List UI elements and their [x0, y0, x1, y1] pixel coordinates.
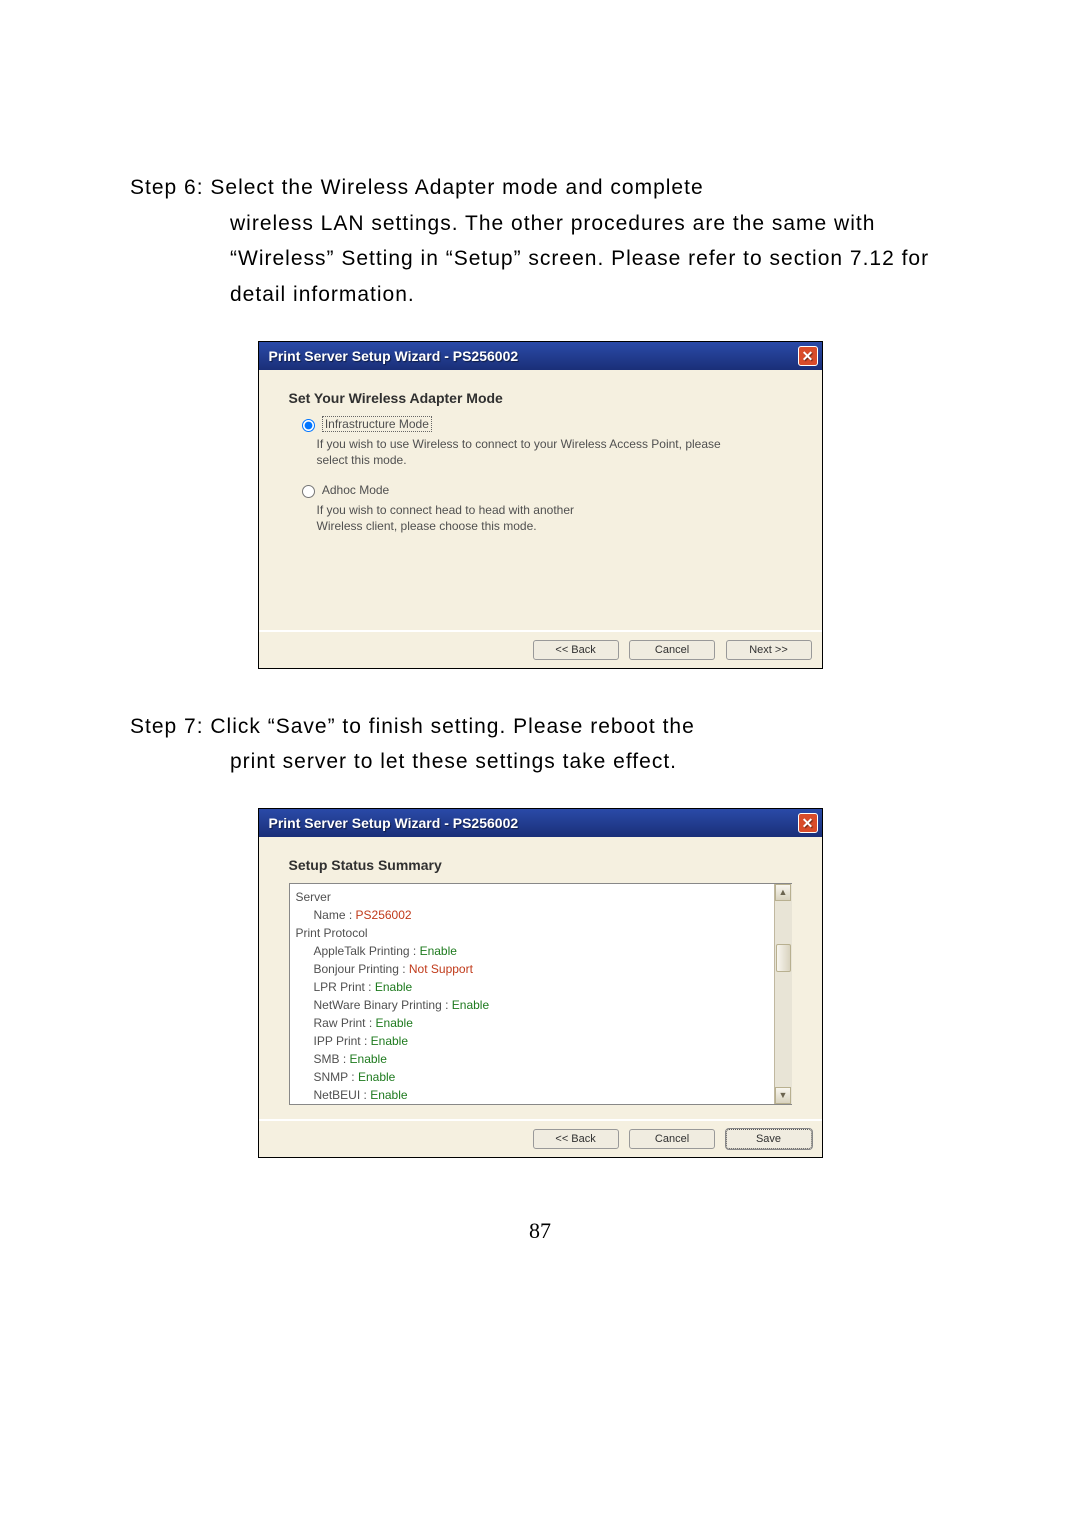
scroll-thumb[interactable]: [776, 944, 791, 972]
row-netbeui: NetBEUI : Enable: [296, 1086, 768, 1104]
cancel-button[interactable]: Cancel: [629, 1129, 715, 1149]
radio-adhoc-row[interactable]: Adhoc Mode: [297, 482, 792, 498]
radio-adhoc[interactable]: [302, 485, 315, 498]
row-proto: Print Protocol: [296, 924, 768, 942]
cancel-button[interactable]: Cancel: [629, 640, 715, 660]
radio-infrastructure-row[interactable]: Infrastructure Mode: [297, 416, 792, 432]
row-raw: Raw Print : Enable: [296, 1014, 768, 1032]
save-button[interactable]: Save: [726, 1129, 812, 1149]
row-server: Server: [296, 888, 768, 906]
summary-scrollbar[interactable]: ▲ ▼: [774, 884, 792, 1104]
row-name: Name : PS256002: [296, 906, 768, 924]
dialog6-body: Set Your Wireless Adapter Mode Infrastru…: [259, 370, 822, 630]
radio-adhoc-label: Adhoc Mode: [322, 483, 389, 497]
dialog7-title-text: Print Server Setup Wizard - PS256002: [269, 815, 519, 831]
row-appletalk: AppleTalk Printing : Enable: [296, 942, 768, 960]
scroll-up-icon[interactable]: ▲: [775, 884, 791, 901]
summary-listbox: Server Name : PS256002 Print Protocol Ap…: [289, 883, 792, 1105]
row-lpr: LPR Print : Enable: [296, 978, 768, 996]
scroll-down-icon[interactable]: ▼: [775, 1087, 791, 1104]
next-button[interactable]: Next >>: [726, 640, 812, 660]
back-button[interactable]: << Back: [533, 640, 619, 660]
dialog6-footer: << Back Cancel Next >>: [259, 630, 822, 668]
dialog7-footer: << Back Cancel Save: [259, 1119, 822, 1157]
radio-infrastructure[interactable]: [302, 419, 315, 432]
page-number: 87: [130, 1218, 950, 1244]
dialog7-body: Setup Status Summary Server Name : PS256…: [259, 837, 822, 1119]
wizard-step6-dialog: Print Server Setup Wizard - PS256002 ✕ S…: [258, 341, 823, 669]
step7-line2: print server to let these settings take …: [130, 744, 950, 780]
step6-line2: wireless LAN settings. The other procedu…: [130, 206, 950, 313]
row-ipp: IPP Print : Enable: [296, 1032, 768, 1050]
step7-line1: Click “Save” to finish setting. Please r…: [210, 715, 694, 738]
dialog6-titlebar: Print Server Setup Wizard - PS256002 ✕: [259, 342, 822, 370]
radio-infrastructure-desc: If you wish to use Wireless to connect t…: [317, 436, 737, 468]
step6-text: Step 6: Select the Wireless Adapter mode…: [130, 170, 950, 313]
row-smb: SMB : Enable: [296, 1050, 768, 1068]
wizard-step7-dialog: Print Server Setup Wizard - PS256002 ✕ S…: [258, 808, 823, 1158]
close-icon[interactable]: ✕: [798, 813, 818, 833]
summary-heading: Setup Status Summary: [289, 857, 792, 873]
row-ip: IP Settings: [296, 1104, 768, 1105]
row-netware: NetWare Binary Printing : Enable: [296, 996, 768, 1014]
back-button[interactable]: << Back: [533, 1129, 619, 1149]
row-bonjour: Bonjour Printing : Not Support: [296, 960, 768, 978]
step7-prefix: Step 7:: [130, 715, 210, 738]
step6-line1: Select the Wireless Adapter mode and com…: [210, 176, 703, 199]
dialog7-titlebar: Print Server Setup Wizard - PS256002 ✕: [259, 809, 822, 837]
summary-content: Server Name : PS256002 Print Protocol Ap…: [290, 884, 774, 1104]
step6-prefix: Step 6:: [130, 176, 210, 199]
radio-adhoc-desc: If you wish to connect head to head with…: [317, 502, 617, 534]
row-snmp: SNMP : Enable: [296, 1068, 768, 1086]
step7-text: Step 7: Click “Save” to finish setting. …: [130, 709, 950, 780]
close-icon[interactable]: ✕: [798, 346, 818, 366]
dialog6-title-text: Print Server Setup Wizard - PS256002: [269, 348, 519, 364]
wireless-mode-heading: Set Your Wireless Adapter Mode: [289, 390, 792, 406]
radio-infrastructure-label: Infrastructure Mode: [322, 416, 432, 432]
